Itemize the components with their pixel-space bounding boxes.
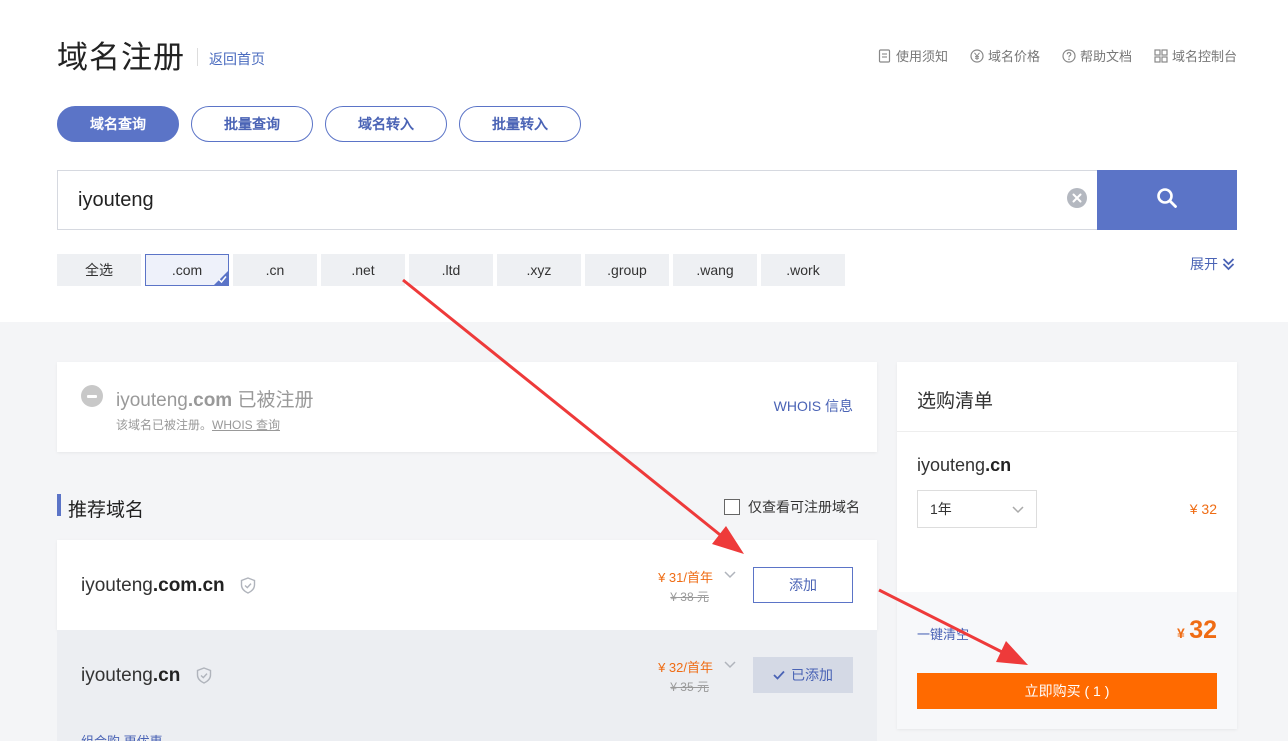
- select-all-suffix[interactable]: 全选: [57, 254, 141, 286]
- domain-console-link[interactable]: 域名控制台: [1154, 46, 1237, 65]
- domain-base: iyouteng: [116, 390, 188, 411]
- suffix-filter: 全选 .com .cn .net .ltd .xyz .group .wang …: [57, 254, 845, 286]
- shield-icon: [240, 577, 256, 594]
- original-price: ¥ 35 元: [670, 680, 709, 694]
- domain-search-input[interactable]: [58, 171, 1057, 229]
- add-to-cart-button[interactable]: 添加: [753, 567, 853, 603]
- domain-console-label: 域名控制台: [1171, 49, 1237, 64]
- help-circle-icon: [1062, 48, 1076, 63]
- header-links: 使用须知 域名价格 帮助文档 域名控制台: [878, 46, 1237, 65]
- domain-base: iyouteng: [81, 665, 153, 686]
- usage-notice-label: 使用须知: [895, 49, 948, 64]
- cart-title: 选购清单: [917, 391, 994, 412]
- combo-offer-link[interactable]: 组合购 更优惠: [81, 731, 163, 741]
- help-docs-label: 帮助文档: [1079, 49, 1132, 64]
- suffix-net[interactable]: .net: [321, 254, 405, 286]
- clear-input-button[interactable]: [1057, 171, 1097, 229]
- chevron-down-icon[interactable]: [724, 571, 736, 579]
- registered-status: 已被注册: [237, 390, 314, 411]
- original-price: ¥ 38 元: [670, 590, 709, 604]
- suffix-wang[interactable]: .wang: [673, 254, 757, 286]
- tab-domain-transfer[interactable]: 域名转入: [325, 106, 447, 142]
- check-icon: [773, 670, 785, 680]
- domain-suffix: .cn: [985, 455, 1012, 475]
- recommend-section-title: 推荐域名: [68, 500, 145, 521]
- cart-footer: 一键清空 ¥ 32 立即购买 ( 1 ): [897, 592, 1237, 729]
- page-title: 域名注册: [57, 40, 185, 75]
- domain-base: iyouteng: [81, 575, 153, 596]
- added-label: 已添加: [791, 667, 833, 683]
- registered-domain-name: iyouteng.com 已被注册: [116, 385, 314, 412]
- search-button[interactable]: [1097, 170, 1237, 230]
- domain-name: iyouteng.com.cn: [81, 575, 225, 597]
- period-select[interactable]: 1年: [917, 490, 1037, 528]
- registered-note: 该域名已被注册。WHOIS 查询: [116, 416, 280, 433]
- cart-item-domain: iyouteng.cn: [917, 455, 1011, 476]
- whois-query-link[interactable]: WHOIS 查询: [212, 418, 280, 432]
- suffix-cn[interactable]: .cn: [233, 254, 317, 286]
- title-divider: [197, 48, 198, 66]
- domain-suffix: .com: [187, 390, 233, 411]
- suffix-group[interactable]: .group: [585, 254, 669, 286]
- buy-now-button[interactable]: 立即购买 ( 1 ): [917, 673, 1217, 709]
- domain-name: iyouteng.cn: [81, 665, 180, 687]
- section-accent-bar: [57, 494, 61, 516]
- suffix-xyz[interactable]: .xyz: [497, 254, 581, 286]
- shield-icon: [196, 667, 212, 684]
- tab-batch-transfer[interactable]: 批量转入: [459, 106, 581, 142]
- shopping-cart: 选购清单 iyouteng.cn 1年 ¥ 32 一键清空 ¥ 32 立即购买 …: [897, 362, 1237, 729]
- suffix-ltd[interactable]: .ltd: [409, 254, 493, 286]
- check-icon: [218, 276, 227, 284]
- back-home-link[interactable]: 返回首页: [209, 49, 265, 69]
- cart-item-price: ¥ 32: [1189, 501, 1217, 517]
- domain-price-link[interactable]: 域名价格: [970, 46, 1040, 65]
- list-item: iyouteng.cn ¥ 32/首年 ¥ 35 元 已添加 组合购 更优惠: [57, 630, 877, 741]
- domain-suffix: .cn: [152, 665, 181, 686]
- only-available-filter[interactable]: 仅查看可注册域名: [724, 497, 860, 517]
- list-item: iyouteng.com.cn ¥ 31/首年 ¥ 38 元 添加: [57, 540, 877, 630]
- first-year-price: ¥ 31/首年: [658, 570, 713, 585]
- whois-info-link[interactable]: WHOIS 信息: [774, 396, 853, 416]
- query-tabs: 域名查询 批量查询 域名转入 批量转入: [57, 106, 581, 142]
- suffix-com[interactable]: .com: [145, 254, 229, 286]
- cart-total: ¥ 32: [1177, 616, 1217, 645]
- suffix-label: .com: [171, 262, 203, 278]
- registered-note-text: 该域名已被注册。: [116, 418, 213, 432]
- search-bar: [57, 170, 1237, 230]
- domain-price-label: 域名价格: [987, 49, 1040, 64]
- expand-label: 展开: [1190, 256, 1218, 272]
- unavailable-icon: [81, 385, 103, 407]
- yen-coin-icon: [970, 48, 984, 63]
- help-docs-link[interactable]: 帮助文档: [1062, 46, 1132, 65]
- tab-batch-query[interactable]: 批量查询: [191, 106, 313, 142]
- first-year-price: ¥ 32/首年: [658, 660, 713, 675]
- cart-divider: [897, 431, 1237, 432]
- only-available-label: 仅查看可注册域名: [748, 499, 860, 515]
- search-icon: [1156, 187, 1178, 214]
- double-chevron-down-icon: [1222, 258, 1235, 271]
- chevron-down-icon[interactable]: [724, 661, 736, 669]
- grid-icon: [1154, 48, 1168, 63]
- domain-suffix: .com.cn: [152, 575, 225, 596]
- expand-suffixes-button[interactable]: 展开: [1190, 254, 1235, 274]
- clear-circle-icon: [1067, 187, 1087, 213]
- registered-domain-card: iyouteng.com 已被注册 该域名已被注册。WHOIS 查询 WHOIS…: [57, 362, 877, 452]
- document-icon: [878, 48, 892, 63]
- suffix-work[interactable]: .work: [761, 254, 845, 286]
- usage-notice-link[interactable]: 使用须知: [878, 46, 948, 65]
- tab-domain-query[interactable]: 域名查询: [57, 106, 179, 142]
- chevron-down-icon: [1012, 506, 1024, 514]
- domain-base: iyouteng: [917, 455, 986, 475]
- period-value: 1年: [930, 501, 952, 517]
- total-amount: 32: [1189, 616, 1217, 644]
- clear-cart-link[interactable]: 一键清空: [917, 624, 969, 643]
- only-available-checkbox[interactable]: [724, 499, 740, 515]
- total-currency: ¥: [1176, 625, 1185, 641]
- added-button[interactable]: 已添加: [753, 657, 853, 693]
